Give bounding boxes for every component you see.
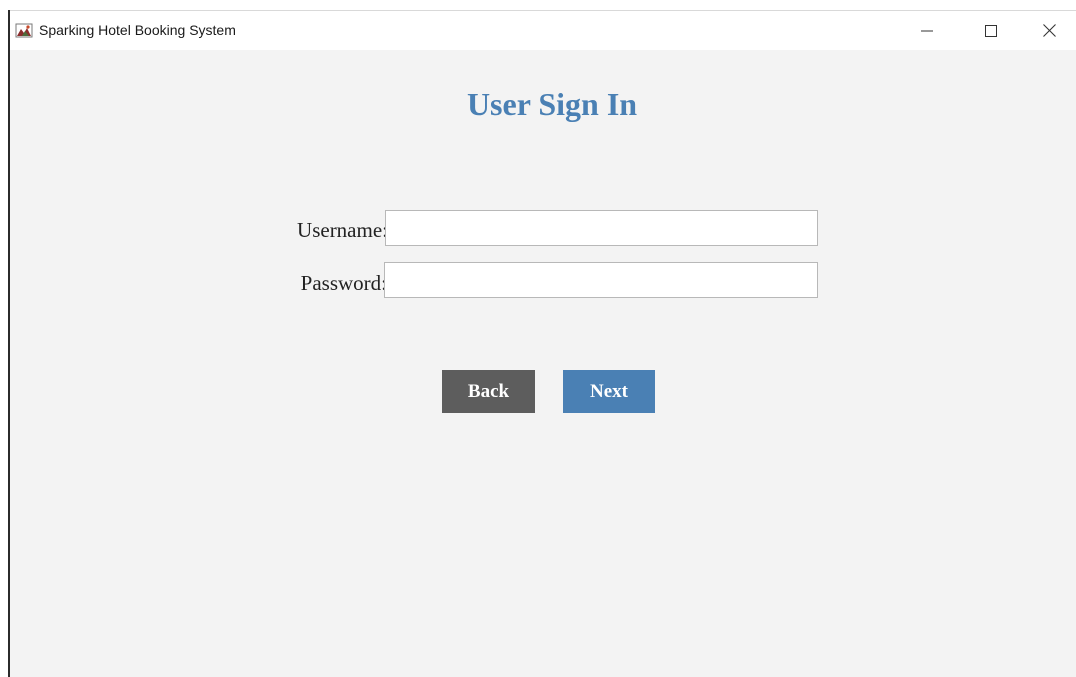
username-field[interactable] [385, 210, 818, 246]
password-field[interactable] [384, 262, 818, 298]
minimize-button[interactable] [898, 11, 956, 50]
maximize-icon [985, 24, 997, 37]
next-button[interactable]: Next [563, 370, 655, 413]
username-label: Username: [297, 218, 388, 242]
close-button[interactable] [1020, 11, 1076, 50]
app-window: Sparking Hotel Booking System User Sign … [0, 0, 1076, 677]
back-button[interactable]: Back [442, 370, 535, 413]
minimize-icon [921, 30, 933, 31]
sign-in-panel: User Sign In Username: Password: Back Ne… [10, 50, 1076, 677]
java-app-icon [15, 21, 33, 39]
close-icon [1042, 24, 1056, 37]
maximize-button[interactable] [962, 11, 1020, 50]
page-title: User Sign In [466, 86, 638, 122]
password-label: Password: [300, 271, 387, 295]
window-title: Sparking Hotel Booking System [39, 22, 236, 38]
